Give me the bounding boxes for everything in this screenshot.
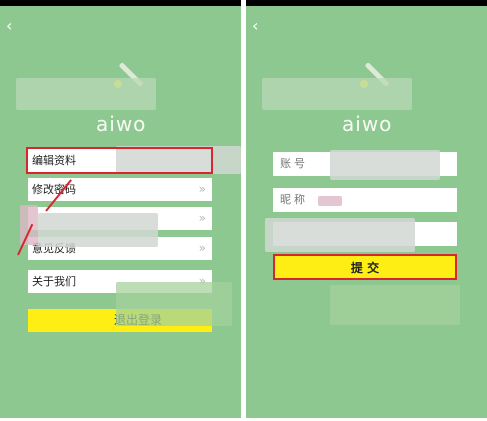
nickname-label: 昵称	[280, 193, 308, 206]
status-bar	[246, 0, 487, 6]
blurred-region	[330, 285, 460, 325]
back-icon[interactable]: ‹	[6, 18, 12, 34]
status-bar	[0, 0, 241, 6]
nickname-field[interactable]: 昵称	[273, 188, 457, 212]
chevron-right-icon: »	[198, 211, 206, 225]
blurred-region	[38, 213, 158, 247]
blurred-region	[330, 150, 440, 180]
blurred-region	[116, 282, 232, 326]
blurred-region	[20, 205, 38, 245]
back-icon[interactable]: ‹	[252, 18, 258, 34]
submit-button[interactable]: 提 交	[273, 254, 457, 280]
menu-item-label: 关于我们	[32, 275, 76, 288]
highlight-box	[26, 147, 213, 174]
account-label: 账号	[280, 157, 308, 170]
chevron-right-icon: »	[198, 241, 206, 255]
blurred-region	[318, 196, 342, 206]
logo-text: aiwo	[96, 112, 147, 136]
blurred-region	[265, 218, 415, 252]
left-screen: ‹ aiwo 编辑资料 修改密码 » » 意见反馈 » 关于我们 » 退出登录	[0, 0, 241, 418]
blurred-region	[16, 78, 156, 110]
logo-text: aiwo	[342, 112, 393, 136]
chevron-right-icon: »	[198, 182, 206, 196]
menu-item-label: 修改密码	[32, 183, 76, 196]
blurred-region	[262, 78, 412, 110]
